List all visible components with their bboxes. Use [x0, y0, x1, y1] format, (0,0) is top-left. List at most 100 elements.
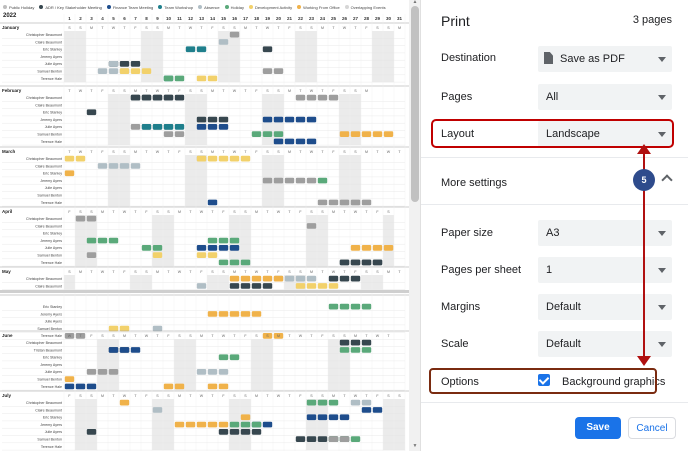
weekday-letter: S	[112, 150, 115, 154]
weekday-letter: W	[277, 394, 281, 398]
event-block	[86, 429, 97, 435]
weekday-letter: T	[365, 334, 368, 338]
person-name: Samuel Benton	[37, 70, 62, 74]
event-block	[317, 436, 328, 442]
person-name: Julie Ayers	[45, 320, 63, 324]
event-block	[284, 116, 295, 123]
destination-select[interactable]: Save as PDF	[538, 46, 672, 72]
weekend-column	[350, 94, 361, 146]
event-block	[262, 283, 273, 289]
event-block	[240, 429, 251, 435]
more-settings-label[interactable]: More settings	[441, 177, 507, 189]
weekday-letter: S	[123, 150, 126, 154]
weekday-letter: T	[343, 394, 346, 398]
weekday-letter: S	[112, 334, 115, 338]
weekday-letter: T	[222, 150, 225, 154]
margins-select[interactable]: Default	[538, 294, 672, 320]
event-block	[306, 414, 317, 421]
weekday-letter: F	[255, 89, 258, 93]
event-block	[350, 245, 361, 251]
event-block	[240, 421, 251, 428]
weekday-letter: S	[90, 394, 93, 398]
event-block	[317, 399, 328, 406]
day-number: 22	[298, 16, 304, 21]
print-preview[interactable]: Public Holiday ADR / Key Stakeholder Meet…	[0, 0, 409, 451]
weekday-letter: F	[101, 89, 104, 93]
event-block	[207, 124, 218, 130]
scale-select[interactable]: Default	[538, 331, 672, 357]
person-name: Jeremy Ayers	[40, 239, 62, 243]
weekday-letter: M	[354, 334, 357, 338]
event-block	[240, 414, 251, 421]
pages-select[interactable]: All	[538, 84, 672, 110]
pages-per-sheet-select[interactable]: 1	[538, 257, 672, 283]
weekend-column	[350, 155, 361, 207]
event-block	[207, 116, 218, 123]
scroll-down-arrow-icon[interactable]: ▼	[411, 444, 419, 449]
event-block	[207, 237, 218, 244]
event-block	[372, 131, 383, 137]
event-block	[328, 399, 339, 406]
person-name: Eric Stanley	[43, 356, 62, 360]
person-name: Jeremy Ayers	[40, 363, 62, 367]
event-block	[317, 414, 328, 421]
weekday-letter: T	[90, 150, 93, 154]
event-block	[229, 237, 240, 244]
scale-value: Default	[546, 338, 581, 350]
event-block	[174, 75, 185, 82]
weekday-letter: F	[101, 150, 104, 154]
event-block	[196, 252, 207, 258]
weekday-letter: S	[354, 89, 357, 93]
weekday-letter: W	[178, 270, 182, 274]
person-name: Terence Hale	[41, 201, 62, 205]
weekday-letter: T	[134, 334, 137, 338]
event-block	[350, 199, 361, 206]
chevron-up-icon[interactable]	[661, 174, 673, 186]
person-name: Jeremy Ayers	[40, 118, 62, 122]
weekday-letter: S	[211, 270, 214, 274]
paper-size-select[interactable]: A3	[538, 220, 672, 246]
event-block	[86, 369, 97, 375]
event-block	[262, 275, 273, 282]
weekday-letter: M	[134, 150, 137, 154]
weekday-letter: M	[387, 270, 390, 274]
weekday-letter: T	[211, 334, 214, 338]
event-block	[108, 163, 119, 169]
weekday-letter: F	[134, 26, 137, 30]
weekday-letter: W	[266, 26, 270, 30]
weekend-column	[306, 215, 317, 267]
weekday-letter: T	[211, 394, 214, 398]
event-block	[174, 124, 185, 130]
weekday-letter: S	[68, 270, 71, 274]
event-block	[350, 436, 361, 442]
event-block	[108, 61, 119, 67]
weekday-letter: F	[299, 210, 302, 214]
weekday-letter: M	[79, 270, 82, 274]
weekday-letter: S	[244, 210, 247, 214]
weekday-letter: S	[310, 26, 313, 30]
person-name: Terence Hale	[41, 334, 62, 338]
event-block	[361, 131, 372, 137]
month-name: January	[2, 25, 20, 30]
weekday-letter: M	[123, 334, 126, 338]
weekday-letter: F	[178, 150, 181, 154]
event-block	[86, 109, 97, 116]
weekend-column	[295, 31, 306, 83]
event-block	[295, 177, 306, 184]
preview-scrollbar-thumb[interactable]	[411, 6, 419, 202]
save-button[interactable]: Save	[575, 417, 621, 439]
weekday-letter: T	[145, 150, 148, 154]
scroll-up-arrow-icon[interactable]: ▲	[411, 0, 419, 5]
person-name: Claire Beaumont	[35, 40, 62, 44]
event-block	[207, 75, 218, 82]
event-block	[152, 407, 163, 413]
event-block	[229, 421, 240, 428]
weekday-letter: W	[123, 394, 127, 398]
weekday-letter: T	[387, 334, 390, 338]
weekday-letter: F	[211, 26, 214, 30]
event-block	[361, 347, 372, 353]
weekday-letter: S	[233, 210, 236, 214]
weekday-letter: M	[90, 26, 93, 30]
cancel-button[interactable]: Cancel	[628, 417, 676, 439]
pages-per-sheet-value: 1	[546, 264, 553, 276]
